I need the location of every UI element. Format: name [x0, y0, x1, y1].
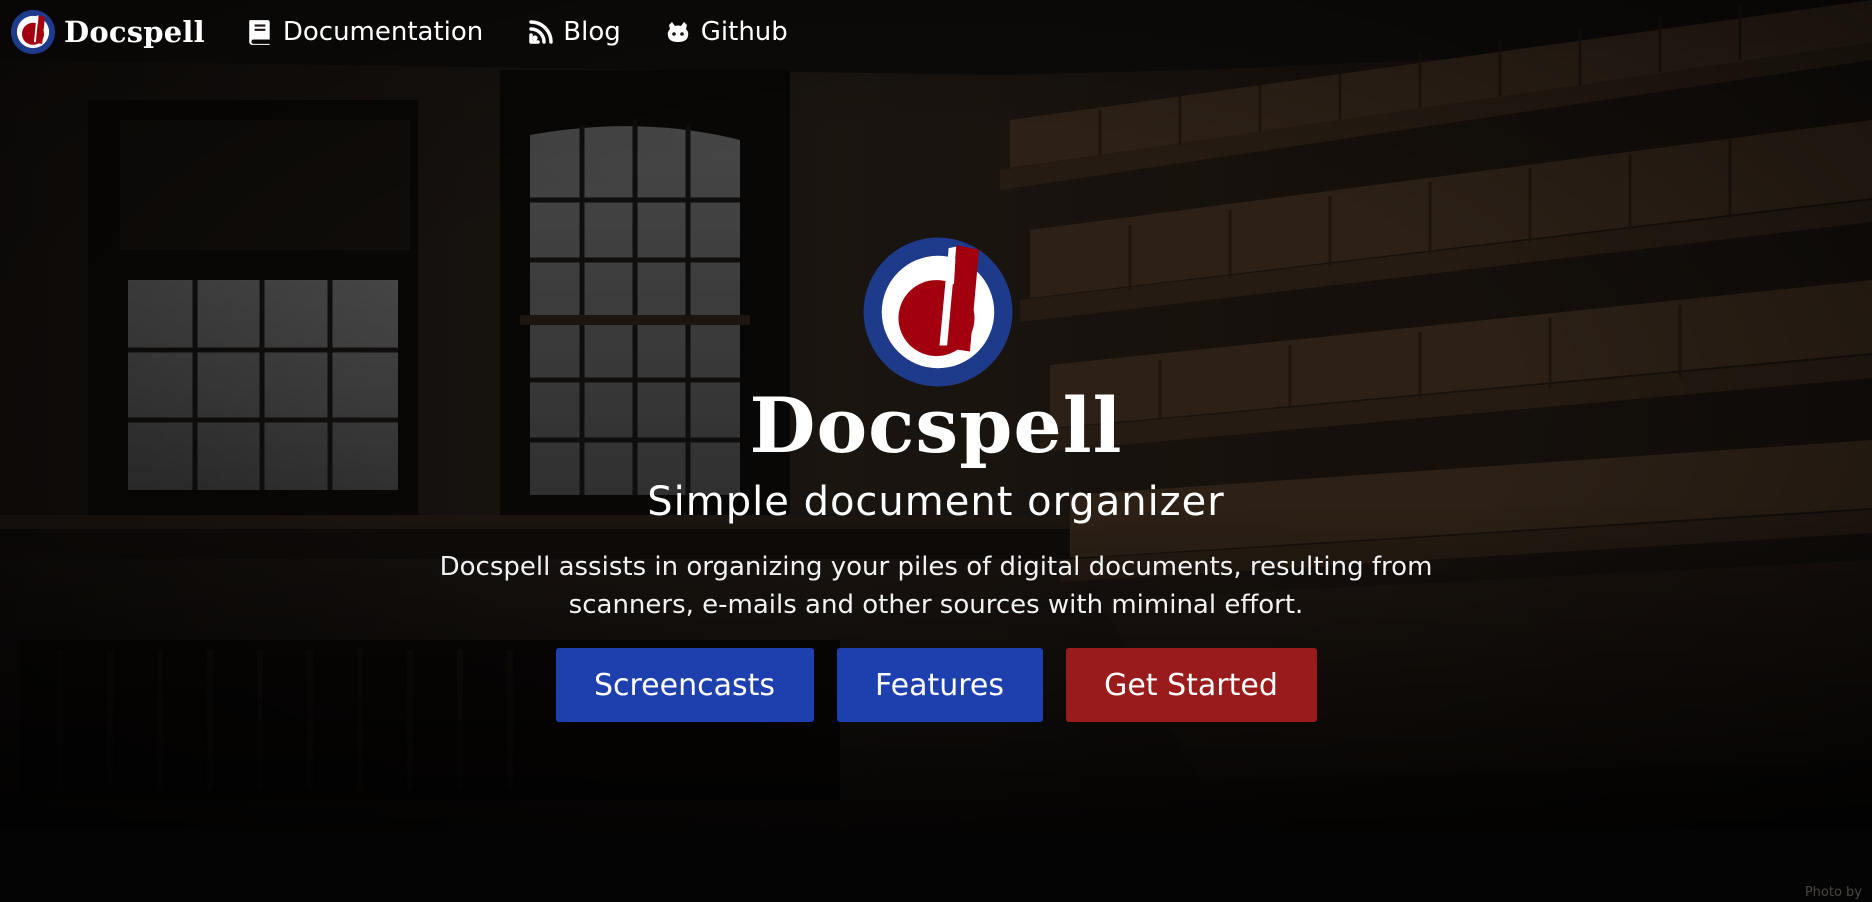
book-icon [249, 20, 270, 45]
brand-name: Docspell [64, 15, 205, 49]
get-started-button[interactable]: Get Started [1065, 648, 1317, 722]
nav-link-github[interactable]: Github [665, 17, 788, 47]
hero-actions: Screencasts Features Get Started [0, 648, 1872, 722]
nav-link-label: Documentation [282, 17, 484, 47]
docspell-logo-icon [10, 9, 56, 55]
github-icon [667, 22, 689, 42]
brand-home-link[interactable]: Docspell [10, 9, 205, 55]
hero-title: Docspell [749, 381, 1123, 470]
top-navigation: Docspell Documentation Blog Github [0, 0, 1872, 64]
page: Docspell Documentation Blog Github Docsp… [0, 0, 1872, 902]
nav-link-documentation[interactable]: Documentation [247, 17, 483, 47]
nav-link-label: Github [700, 17, 788, 47]
docspell-hero-logo-icon [863, 237, 1013, 387]
nav-link-blog[interactable]: Blog [527, 17, 621, 47]
screencasts-button[interactable]: Screencasts [555, 648, 814, 722]
hero-subtitle: Simple document organizer [647, 479, 1225, 525]
blog-icon [529, 20, 554, 44]
hero-description: Docspell assists in organizing your pile… [439, 552, 1433, 620]
nav-link-label: Blog [563, 17, 621, 47]
photo-credit: Photo by [1804, 885, 1862, 900]
features-button[interactable]: Features [836, 648, 1043, 722]
hero-section: Docspell Simple document organizer Docsp… [0, 0, 1872, 902]
